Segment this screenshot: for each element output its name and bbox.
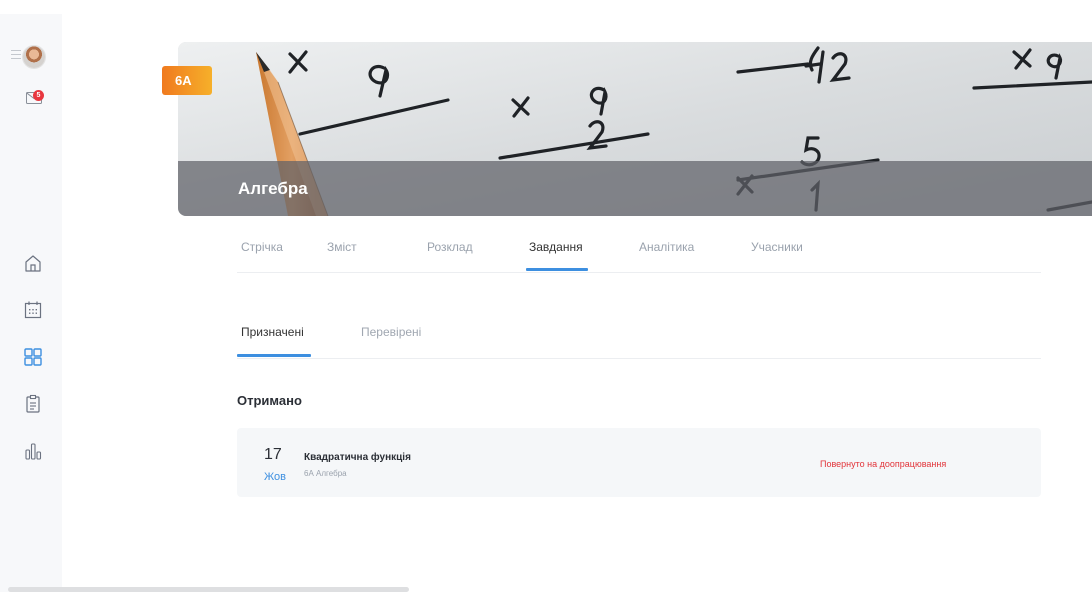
subtab-checked[interactable]: Перевірені — [361, 325, 421, 339]
course-title: Алгебра — [238, 179, 308, 198]
grid-icon[interactable] — [23, 347, 43, 367]
banner-title-bar: Алгебра — [178, 161, 1092, 216]
clipboard-icon[interactable] — [23, 394, 43, 414]
tab-schedule[interactable]: Розклад — [427, 240, 473, 254]
avatar[interactable] — [23, 46, 45, 68]
active-subtab-indicator — [237, 354, 311, 357]
tab-participants[interactable]: Учасники — [751, 240, 803, 254]
task-subtitle: 6А Алгебра — [304, 469, 347, 478]
assignment-subtabs: Призначені Перевірені — [237, 316, 1041, 359]
task-name[interactable]: Квадратична функція — [304, 452, 411, 463]
tab-content[interactable]: Зміст — [327, 240, 357, 254]
task-status: Повернуто на доопрацювання — [820, 459, 947, 469]
task-card[interactable]: 17 Жов Квадратична функція 6А Алгебра По… — [237, 428, 1041, 497]
task-month: Жов — [264, 471, 286, 483]
tab-assignments[interactable]: Завдання — [529, 240, 583, 254]
active-tab-indicator — [526, 268, 588, 271]
course-banner: Алгебра — [178, 42, 1092, 216]
task-day: 17 — [264, 446, 282, 463]
home-icon[interactable] — [23, 253, 43, 273]
calendar-icon[interactable] — [23, 300, 43, 320]
tab-feed[interactable]: Стрічка — [241, 240, 283, 254]
class-badge: 6A — [162, 66, 212, 95]
sidebar: 5 — [0, 14, 62, 592]
subtab-assigned[interactable]: Призначені — [241, 325, 304, 339]
bar-chart-icon[interactable] — [23, 441, 43, 461]
section-title: Отримано — [237, 393, 302, 408]
mail-badge: 5 — [33, 90, 44, 101]
horizontal-scrollbar[interactable] — [8, 587, 409, 592]
course-tabs: Стрічка Зміст Розклад Завдання Аналітика… — [237, 232, 1041, 273]
tab-analytics[interactable]: Аналітика — [639, 240, 694, 254]
menu-icon[interactable] — [11, 50, 21, 62]
